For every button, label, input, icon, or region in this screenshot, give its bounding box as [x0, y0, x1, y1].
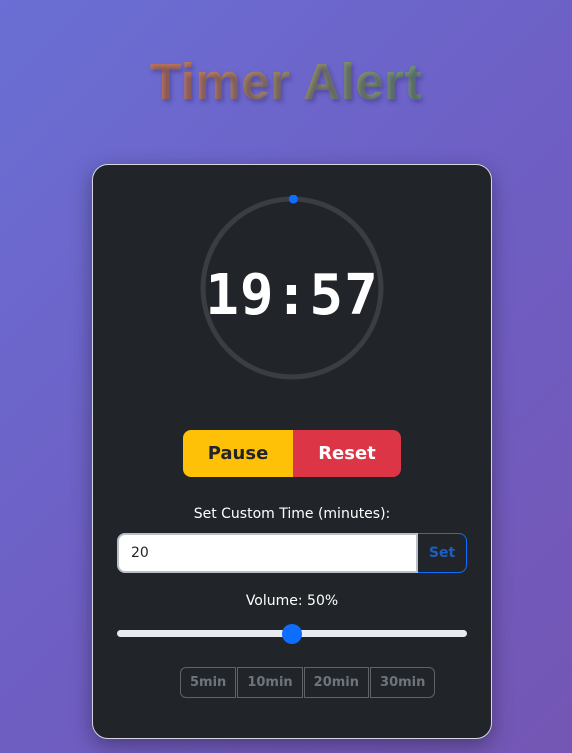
timer-controls: Pause Reset	[183, 430, 401, 477]
preset-30min-button[interactable]: 30min	[370, 667, 436, 698]
time-display: 19:57	[205, 263, 379, 328]
app-title: Timer Alert	[0, 52, 572, 111]
progress-ring-indicator	[288, 195, 298, 204]
preset-20min-button[interactable]: 20min	[303, 667, 370, 698]
custom-time-label: Set Custom Time (minutes):	[193, 506, 391, 522]
volume-slider-thumb[interactable]	[282, 624, 302, 644]
minutes-input[interactable]	[117, 533, 418, 573]
preset-buttons: 5min 10min 20min 30min	[180, 667, 436, 698]
preset-10min-button[interactable]: 10min	[237, 667, 303, 698]
pause-button[interactable]: Pause	[183, 430, 293, 477]
reset-button[interactable]: Reset	[293, 430, 401, 477]
volume-label: Volume: 50%	[245, 593, 339, 609]
timer-card: 19:57 Pause Reset Set Custom Time (minut…	[92, 164, 492, 739]
custom-time-group: Set	[117, 533, 467, 573]
set-button[interactable]: Set	[418, 533, 467, 573]
volume-slider[interactable]	[117, 624, 467, 644]
preset-5min-button[interactable]: 5min	[180, 667, 237, 698]
